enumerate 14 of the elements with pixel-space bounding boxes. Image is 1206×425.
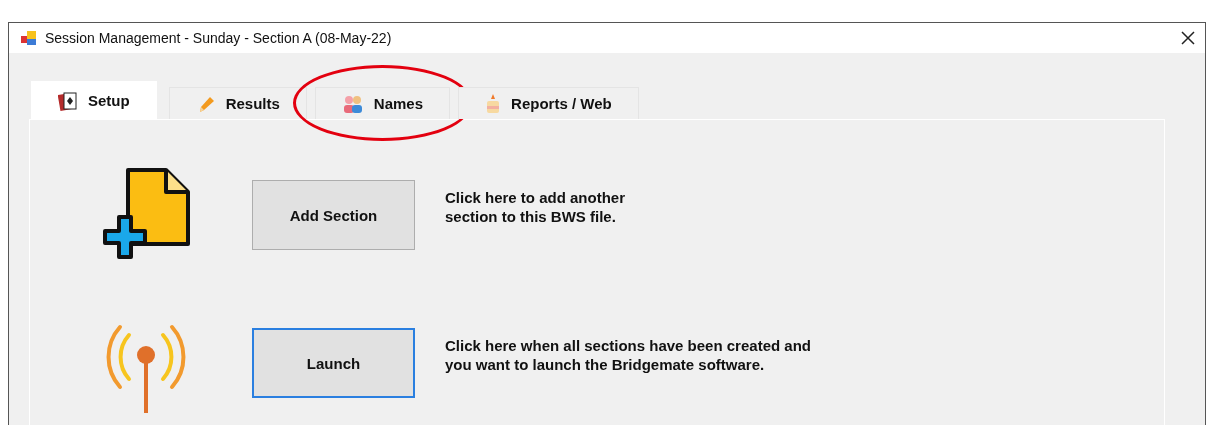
close-icon[interactable] — [1181, 31, 1195, 45]
window-title: Session Management - Sunday - Section A (08-May-22) — [45, 30, 393, 46]
tab[interactable]: Setup — [31, 81, 157, 119]
cake-icon — [485, 92, 502, 115]
tab[interactable]: Results — [168, 87, 307, 119]
people-icon — [341, 93, 364, 114]
app-icon — [21, 30, 37, 46]
action-button[interactable]: Launch — [252, 328, 415, 398]
tab[interactable]: Names — [314, 87, 451, 119]
action-button[interactable]: Add Section — [252, 180, 415, 250]
description: Click here to add another section to this BWS file. — [445, 188, 626, 226]
cards-icon — [58, 90, 78, 111]
description: Click here when all sections have been created and you want to launch the Bridgemate software. — [445, 336, 811, 374]
tab[interactable]: Reports / Web — [458, 87, 639, 119]
